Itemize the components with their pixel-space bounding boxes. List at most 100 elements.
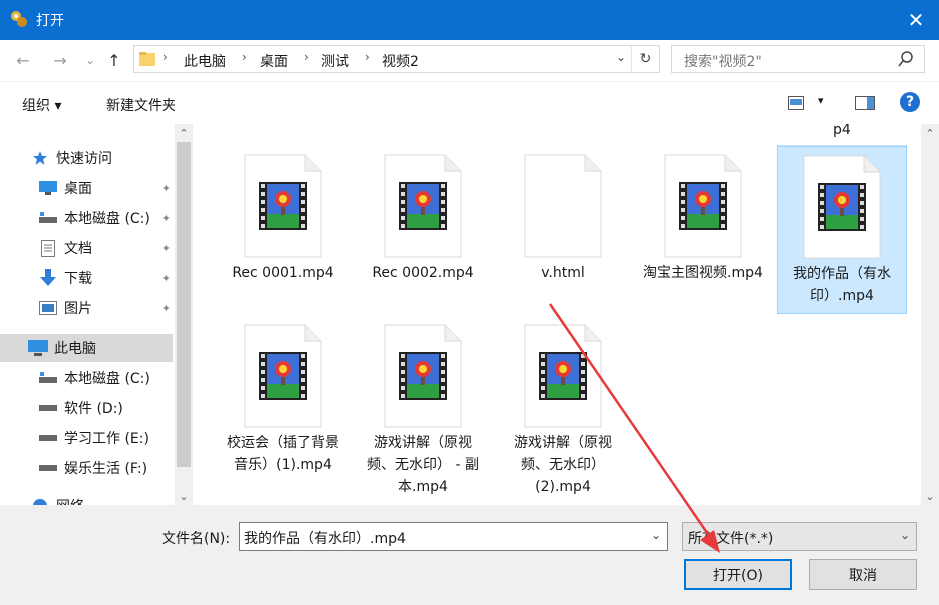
content-scrollbar[interactable]: ⌃ ⌄ (921, 124, 939, 505)
sidebar-item-label: 网络 (56, 496, 84, 505)
pin-icon: ✦ (161, 211, 171, 225)
sidebar-item-label: 下载 (64, 271, 92, 287)
cancel-button[interactable]: 取消 (809, 559, 917, 590)
file-name: 游戏讲解（原视频、无水印）(2).mp4 (514, 435, 612, 495)
breadcrumb-desktop[interactable]: 桌面 (260, 51, 288, 71)
breadcrumb-separator: › (163, 50, 168, 64)
pin-icon: ✦ (161, 181, 171, 195)
file-name: 我的作品（有水印）.mp4 (793, 266, 891, 304)
search-placeholder: 搜索"视频2" (684, 54, 762, 70)
breadcrumb-video2[interactable]: 视频2 (382, 51, 419, 71)
breadcrumb-this-pc[interactable]: 此电脑 (184, 51, 226, 71)
file-type-dropdown-icon[interactable]: ⌄ (900, 528, 910, 542)
sidebar-scroll-thumb[interactable] (177, 142, 191, 467)
view-dropdown-icon[interactable]: ▾ (818, 94, 824, 107)
folder-icon (139, 52, 155, 66)
file-name: Rec 0002.mp4 (372, 265, 474, 281)
sidebar-item-this-pc[interactable]: 此电脑 (0, 334, 173, 362)
file-item[interactable]: v.html (498, 154, 628, 288)
file-name: 校运会（插了背景音乐）(1).mp4 (227, 435, 339, 473)
help-icon[interactable]: ? (900, 92, 920, 112)
filename-dropdown-icon[interactable]: ⌄ (651, 528, 661, 542)
drive-icon (38, 399, 58, 417)
back-arrow-icon[interactable]: ← (13, 50, 33, 70)
file-item[interactable]: 校运会（插了背景音乐）(1).mp4 (218, 324, 348, 480)
sidebar-item-label: 桌面 (64, 181, 92, 197)
new-folder-button[interactable]: 新建文件夹 (106, 95, 176, 115)
up-arrow-icon[interactable]: ↑ (104, 50, 124, 70)
sidebar-item-downloads[interactable]: 下载 ✦ (38, 264, 175, 292)
video-file-icon (663, 154, 743, 258)
title-bar: 打开 ✕ (0, 0, 939, 40)
pictures-icon (38, 299, 58, 317)
sidebar-item-quick-access[interactable]: 快速访问 (30, 144, 112, 172)
sidebar-item-desktop[interactable]: 桌面 ✦ (38, 174, 175, 202)
recent-locations-icon[interactable]: ⌄ (80, 50, 100, 70)
preview-pane-icon[interactable] (855, 96, 875, 110)
sidebar-item-network[interactable]: 网络 (30, 492, 84, 505)
star-icon (30, 149, 50, 167)
sidebar-item-label: 本地磁盘 (C:) (64, 371, 150, 387)
refresh-icon[interactable]: ↻ (631, 46, 659, 72)
document-icon (38, 239, 58, 257)
drive-icon (38, 369, 58, 387)
sidebar-item-drive-c[interactable]: 本地磁盘 (C:) ✦ (38, 204, 175, 232)
scroll-up-icon[interactable]: ⌃ (175, 124, 193, 142)
computer-icon (28, 339, 48, 357)
file-item[interactable]: 游戏讲解（原视频、无水印）(2).mp4 (498, 324, 628, 502)
navigation-pane: 快速访问 桌面 ✦ 本地磁盘 (C:) ✦ 文档 ✦ 下载 ✦ 图片 ✦ 此电脑… (0, 124, 193, 505)
sidebar-item-label: 快速访问 (56, 151, 112, 167)
video-file-icon (383, 154, 463, 258)
file-item[interactable]: 淘宝主图视频.mp4 (638, 154, 768, 288)
sidebar-item-pictures[interactable]: 图片 ✦ (38, 294, 175, 322)
close-icon[interactable]: ✕ (893, 0, 939, 40)
sidebar-item-drive-c-pc[interactable]: 本地磁盘 (C:) (38, 364, 150, 392)
file-item[interactable]: Rec 0001.mp4 (218, 154, 348, 288)
file-name: 淘宝主图视频.mp4 (643, 265, 763, 281)
file-type-select[interactable]: 所有文件(*.*) ⌄ (682, 522, 917, 551)
sidebar-item-documents[interactable]: 文档 ✦ (38, 234, 175, 262)
file-name: v.html (541, 265, 585, 281)
video-file-icon (243, 154, 323, 258)
drive-icon (38, 429, 58, 447)
video-file-icon (243, 324, 323, 428)
file-item-selected[interactable]: 我的作品（有水印）.mp4 (777, 146, 907, 314)
command-bar: 组织 ▾ 新建文件夹 ▾ ? (0, 81, 939, 124)
scroll-down-icon[interactable]: ⌄ (921, 487, 939, 505)
search-icon (898, 51, 913, 67)
organize-button[interactable]: 组织 ▾ (22, 95, 61, 115)
search-input[interactable]: 搜索"视频2" (671, 45, 925, 73)
sidebar-item-label: 图片 (64, 301, 92, 317)
open-button[interactable]: 打开(O) (684, 559, 792, 590)
scroll-down-icon[interactable]: ⌄ (175, 487, 193, 505)
address-dropdown-icon[interactable]: ⌄ (616, 50, 626, 64)
breadcrumb-test[interactable]: 测试 (321, 51, 349, 71)
sidebar-scrollbar[interactable]: ⌃ ⌄ (175, 124, 193, 505)
sidebar-item-drive-d[interactable]: 软件 (D:) (38, 394, 123, 422)
file-name: Rec 0001.mp4 (232, 265, 334, 281)
video-file-icon (383, 324, 463, 428)
html-file-icon (523, 154, 603, 258)
download-icon (38, 269, 58, 287)
address-bar[interactable]: › 此电脑 › 桌面 › 测试 › 视频2 ⌄ ↻ (133, 45, 660, 73)
view-options-icon[interactable] (788, 96, 804, 110)
network-icon (30, 497, 50, 505)
file-item[interactable]: 游戏讲解（原视频、无水印） - 副本.mp4 (358, 324, 488, 502)
sidebar-item-drive-e[interactable]: 学习工作 (E:) (38, 424, 149, 452)
pin-icon: ✦ (161, 241, 171, 255)
pin-icon: ✦ (161, 271, 171, 285)
video-file-icon (523, 324, 603, 428)
file-item[interactable]: Rec 0002.mp4 (358, 154, 488, 288)
sidebar-item-label: 文档 (64, 241, 92, 257)
forward-arrow-icon[interactable]: → (50, 50, 70, 70)
filename-value: 我的作品（有水印）.mp4 (244, 531, 406, 547)
file-list: p4 Rec 0001.mp4 Rec 0002.mp4 v.html 淘宝主图… (193, 124, 939, 505)
desktop-icon (38, 179, 58, 197)
scroll-up-icon[interactable]: ⌃ (921, 124, 939, 142)
file-name-panel: 文件名(N): 我的作品（有水印）.mp4 ⌄ 所有文件(*.*) ⌄ 打开(O… (0, 505, 939, 605)
file-name: 游戏讲解（原视频、无水印） - 副本.mp4 (367, 435, 479, 495)
filename-field[interactable]: 我的作品（有水印）.mp4 ⌄ (239, 522, 668, 551)
sidebar-item-drive-f[interactable]: 娱乐生活 (F:) (38, 454, 147, 482)
partial-file-label: p4 (833, 124, 851, 138)
filename-label: 文件名(N): (162, 531, 231, 547)
